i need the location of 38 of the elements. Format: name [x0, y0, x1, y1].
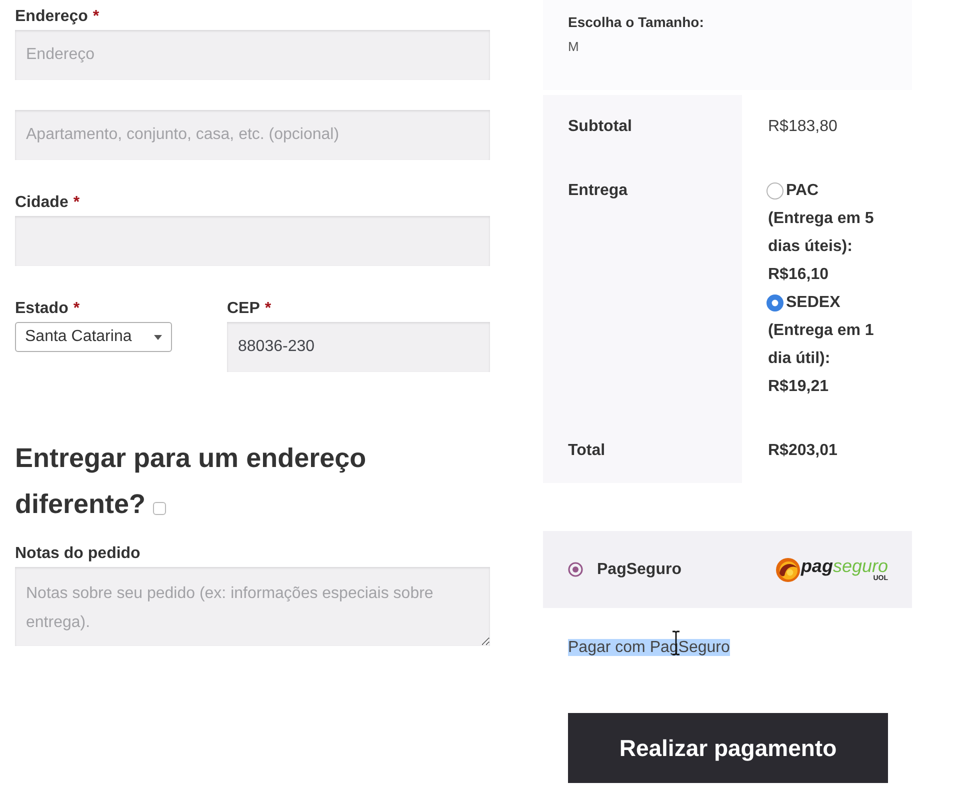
dropdown-select[interactable]: Santa Catarina	[15, 322, 172, 352]
radio-button[interactable]	[766, 294, 784, 312]
field-label: Endereço	[15, 8, 88, 25]
field-label: Cidade	[15, 194, 68, 211]
required-mark: *	[73, 194, 80, 211]
text-field[interactable]: Apartamento, conjunto, casa, etc. (opcional)	[15, 110, 490, 160]
variation-label: Escolha o Tamanho:	[568, 13, 705, 31]
required-mark: *	[264, 300, 272, 317]
text-field[interactable]: 88036-230	[227, 322, 490, 372]
field-label: Estado	[15, 300, 68, 317]
row-header-cell: Total	[543, 419, 742, 483]
shipping-price: R$19,21	[768, 377, 830, 397]
required-mark: *	[92, 8, 100, 25]
shipping-option-detail: (Entrega em 1 dia útil):	[768, 321, 875, 369]
text-field[interactable]: Endereço	[15, 30, 490, 80]
required-mark: *	[73, 300, 80, 317]
payment-method-label[interactable]: PagSeguro	[597, 560, 682, 578]
place-order-button[interactable]: Realizar pagamento	[568, 713, 888, 783]
logo-wordmark: pagseguro	[800, 557, 888, 575]
amount-cell: R$183,80	[742, 95, 912, 159]
shipping-price: R$16,10	[768, 265, 830, 285]
field-label: CEP	[227, 300, 260, 317]
text-field[interactable]	[15, 216, 490, 266]
radio-button[interactable]	[568, 562, 583, 577]
notes-field[interactable]: Notas sobre seu pedido (ex: informações especiais sobre entrega).	[15, 567, 490, 646]
ship-address-checkbox[interactable]	[152, 502, 166, 515]
logo-icon	[776, 558, 800, 582]
caret-icon	[154, 334, 162, 340]
variation-value: M	[568, 38, 580, 56]
row-header-cell: Entrega	[543, 159, 742, 419]
ship-address-toggle[interactable]: Entregar para um endereço diferente?	[15, 435, 490, 527]
row-header-cell: Subtotal	[543, 95, 742, 159]
total-cell: R$203,01	[742, 419, 912, 483]
shipping-option-detail: (Entrega em 5 dias úteis):	[768, 209, 875, 257]
field-label: Notas do pedido	[15, 545, 140, 562]
radio-button[interactable]	[766, 182, 784, 200]
shipping-option-label[interactable]: PAC	[786, 177, 819, 205]
shipping-option-label[interactable]: SEDEX	[786, 289, 840, 317]
